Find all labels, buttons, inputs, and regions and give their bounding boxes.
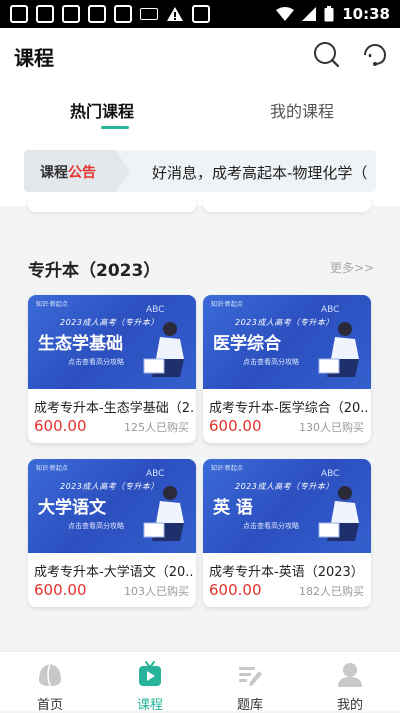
notice-tag: 课程公告 [24,150,130,192]
notification-icon [62,5,80,23]
status-bar: 10:38 [0,0,400,28]
student-illustration-icon [143,322,184,377]
brand-logo-text: 知识·新起点 [211,301,243,308]
course-buyers: 130人已购买 [299,421,364,434]
home-icon [39,663,61,687]
nav-home-label: 首页 [36,698,63,713]
nav-question-bank[interactable]: 题库 [200,656,300,713]
tab-my-courses[interactable]: 我的课程 [270,98,334,122]
customer-service-icon[interactable] [358,38,392,72]
banner-cta: 点击查看高分攻略 [68,358,124,366]
course-thumbnail: 知识·新起点 2023成人高考（专升本） 生态学基础 点击查看高分攻略 ABC [28,295,196,389]
section-title: 专升本（2023） [28,261,161,281]
course-buyers: 103人已购买 [124,585,189,598]
course-name: 成考专升本-生态学基础（2... [34,401,194,416]
status-time: 10:38 [342,5,390,23]
notice-tag-prefix: 课程 [40,165,68,181]
banner-abc: ABC [321,305,340,315]
banner-subject: 医学综合 [213,334,281,354]
banner-cta: 点击查看高分攻略 [243,358,299,366]
wifi-icon [276,7,295,21]
course-name: 成考专升本-大学语文（20... [34,565,194,580]
notification-icon [36,5,54,23]
battery-icon [324,6,334,22]
brand-logo-text: 知识·新起点 [36,301,68,308]
course-card[interactable]: 知识·新起点 2023成人高考（专升本） 大学语文 点击查看高分攻略 ABC 成… [28,459,196,607]
course-buyers: 182人已购买 [299,585,364,598]
play-video-icon [139,661,161,686]
course-card[interactable]: 知识·新起点 2023成人高考（专升本） 英 语 点击查看高分攻略 ABC 成考… [203,459,371,607]
course-price: 600.00 [209,581,262,599]
course-card[interactable]: 知识·新起点 2023成人高考（专升本） 医学综合 点击查看高分攻略 ABC 成… [203,295,371,443]
user-icon [338,663,362,687]
bottom-navigation: 首页 课程 题库 我的 [0,651,400,713]
course-name: 成考专升本-英语（2023） [209,565,364,580]
brand-logo-text: 知识·新起点 [211,465,243,472]
student-illustration-icon [318,486,359,541]
course-price: 600.00 [34,581,87,599]
nav-question-bank-label: 题库 [236,698,263,713]
notice-tag-highlight: 公告 [68,165,96,181]
notification-icon [114,5,132,23]
student-illustration-icon [318,322,359,377]
student-illustration-icon [143,486,184,541]
course-price: 600.00 [34,417,87,435]
page-title: 课程 [14,46,54,70]
app-header: 课程 热门课程 我的课程 课程公告 好消息，成考高起本-物理化学（ [0,28,400,206]
more-link[interactable]: 更多>> [330,259,374,276]
notice-text: 好消息，成考高起本-物理化学（ [152,164,368,182]
brand-logo-text: 知识·新起点 [36,465,68,472]
banner-cta: 点击查看高分攻略 [243,522,299,530]
keyboard-icon [140,8,158,20]
nav-home[interactable]: 首页 [0,656,100,713]
active-tab-indicator [101,126,129,129]
previous-card-bottom [28,196,196,212]
tab-hot-courses[interactable]: 热门课程 [70,98,134,122]
course-thumbnail: 知识·新起点 2023成人高考（专升本） 大学语文 点击查看高分攻略 ABC [28,459,196,553]
banner-abc: ABC [321,469,340,479]
notification-icon [10,5,28,23]
banner-subject: 英 语 [213,498,253,518]
nav-profile[interactable]: 我的 [300,656,400,713]
nav-courses-label: 课程 [136,698,163,713]
signal-icon [302,7,317,21]
course-price: 600.00 [209,417,262,435]
course-buyers: 125人已购买 [124,421,189,434]
banner-abc: ABC [146,469,165,479]
course-thumbnail: 知识·新起点 2023成人高考（专升本） 医学综合 点击查看高分攻略 ABC [203,295,371,389]
edit-list-icon [239,667,262,686]
notification-icon [88,5,106,23]
nav-courses[interactable]: 课程 [100,656,200,713]
course-name: 成考专升本-医学综合（20... [209,401,369,416]
course-tabs: 热门课程 我的课程 [0,90,400,134]
course-thumbnail: 知识·新起点 2023成人高考（专升本） 英 语 点击查看高分攻略 ABC [203,459,371,553]
notification-icon [192,5,210,23]
nav-profile-label: 我的 [336,698,363,713]
banner-subject: 大学语文 [38,498,106,518]
banner-subject: 生态学基础 [38,334,123,354]
previous-card-bottom [203,196,371,212]
course-card[interactable]: 知识·新起点 2023成人高考（专升本） 生态学基础 点击查看高分攻略 ABC … [28,295,196,443]
course-notice-banner[interactable]: 课程公告 好消息，成考高起本-物理化学（ [24,150,376,192]
banner-abc: ABC [146,305,165,315]
warning-icon [167,7,183,21]
search-icon[interactable] [310,38,344,72]
banner-cta: 点击查看高分攻略 [68,522,124,530]
